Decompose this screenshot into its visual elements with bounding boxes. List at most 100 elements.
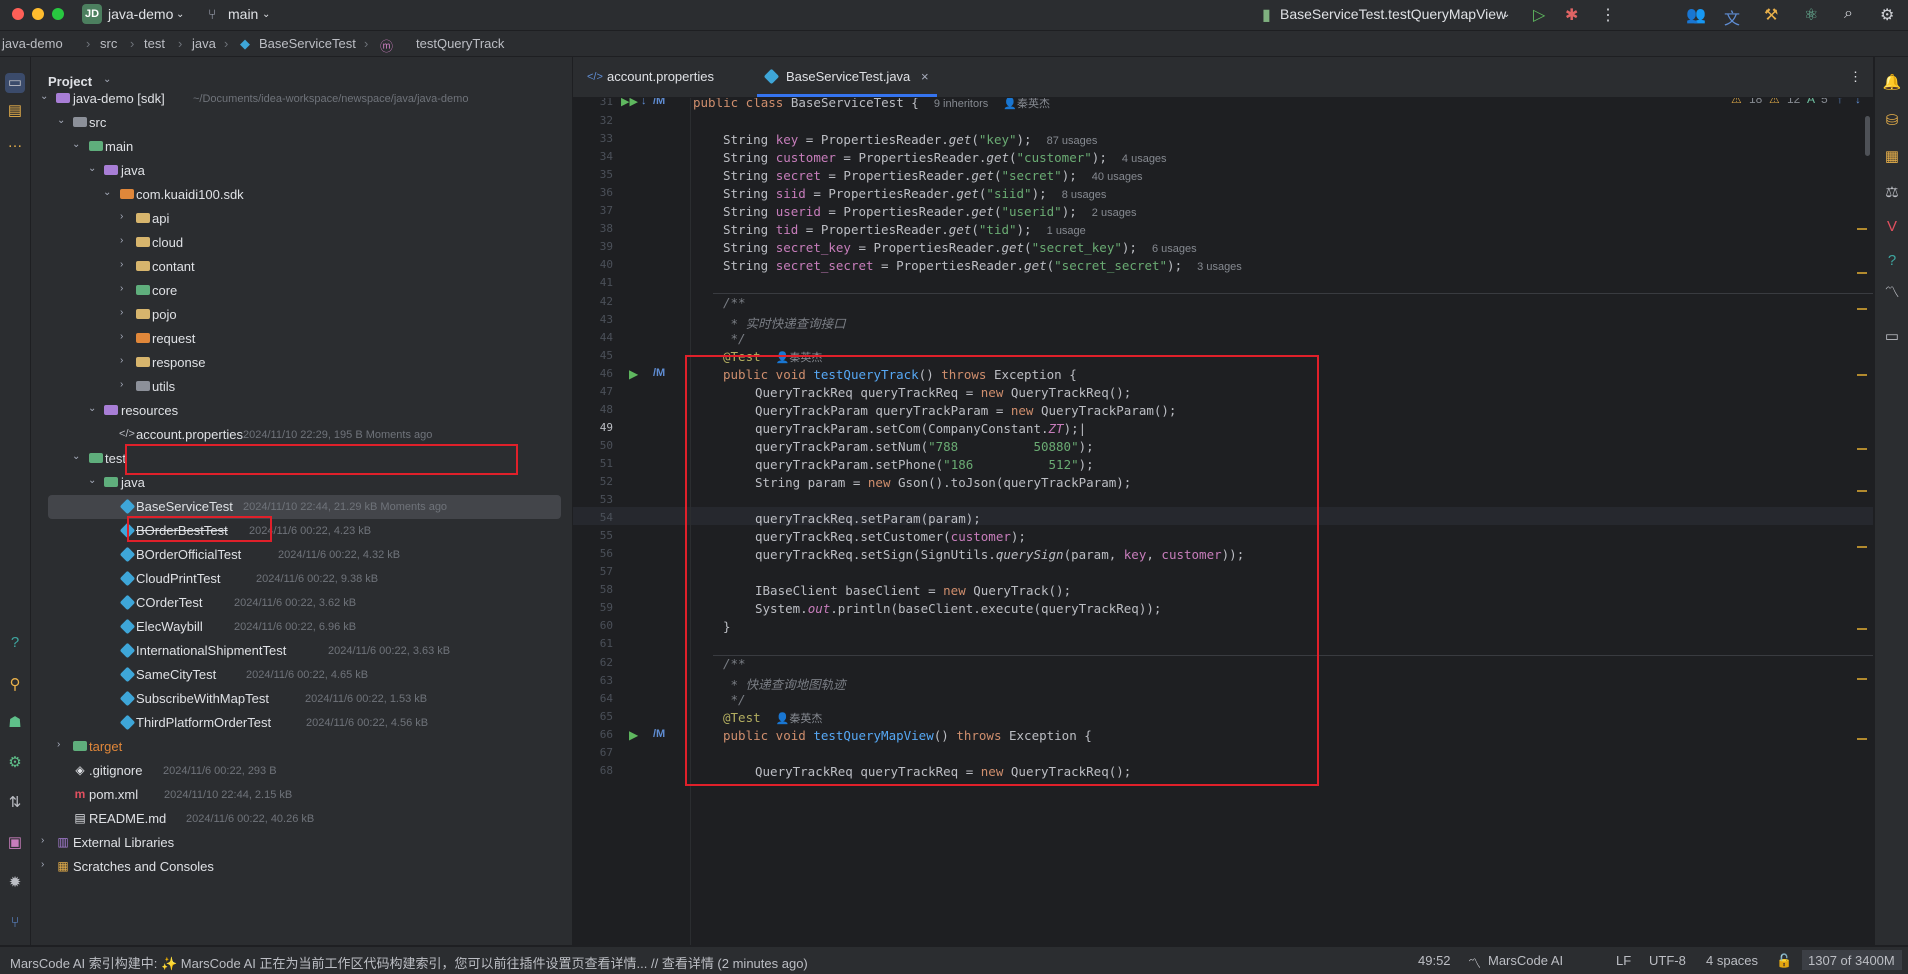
usages-hint[interactable]: 6 usages (1152, 243, 1197, 255)
status-message[interactable]: MarsCode AI 索引构建中: ✨ MarsCode AI 正在为当前工作… (10, 953, 808, 972)
error-stripe-mark[interactable] (1857, 308, 1867, 310)
notifications-icon[interactable]: 🔔 (1882, 73, 1902, 93)
chevron-down-icon[interactable]: ⌄ (57, 115, 69, 126)
usages-hint[interactable]: 40 usages (1092, 171, 1143, 183)
tree-row-cordertest[interactable]: COrderTest 2024/11/6 00:22, 3.62 kB (31, 591, 572, 615)
breadcrumb-item[interactable]: testQueryTrack (416, 36, 504, 51)
chevron-right-icon[interactable]: › (57, 739, 69, 750)
chevron-down-icon[interactable]: ⌄ (103, 187, 115, 198)
maven-icon[interactable]: ▦ (1882, 147, 1902, 167)
tree-row-scratches[interactable]: › ▦ Scratches and Consoles (31, 855, 572, 879)
next-highlight-icon[interactable]: ↓ (1855, 98, 1861, 106)
project-tool-icon[interactable]: ▭ (5, 73, 25, 93)
cursor-position[interactable]: 49:52 (1418, 953, 1451, 968)
tree-row-pom-xml[interactable]: m pom.xml 2024/11/10 22:44, 2.15 kB (31, 783, 572, 807)
usages-hint[interactable]: 1 usage (1047, 225, 1086, 237)
tree-row-cloud[interactable]: › cloud (31, 231, 572, 255)
error-stripe-mark[interactable] (1857, 628, 1867, 630)
chevron-right-icon[interactable]: › (41, 859, 53, 870)
more-actions-icon[interactable]: ⋮ (1600, 5, 1616, 25)
chevron-right-icon[interactable]: › (120, 235, 132, 246)
usages-hint[interactable]: 4 usages (1122, 153, 1167, 165)
tree-row-src[interactable]: ⌄ src (31, 111, 572, 135)
tree-row-test-java[interactable]: ⌄ java (31, 471, 572, 495)
marscode-gutter-icon[interactable]: /M (653, 728, 665, 740)
error-stripe-mark[interactable] (1857, 448, 1867, 450)
database-icon[interactable]: ⛁ (1882, 111, 1902, 131)
tree-row-test[interactable]: ⌄ test (31, 447, 572, 471)
zoom-window-button[interactable] (52, 8, 64, 20)
help-icon[interactable]: ? (5, 633, 25, 653)
warning-icon[interactable]: ⚠ (1731, 98, 1742, 106)
chevron-right-icon[interactable]: › (41, 835, 53, 846)
tree-row-request[interactable]: › request (31, 327, 572, 351)
tree-row-gitignore[interactable]: ◈ .gitignore 2024/11/6 00:22, 293 B (31, 759, 572, 783)
lock-icon[interactable]: 🔓 (1776, 953, 1792, 969)
tree-row-utils[interactable]: › utils (31, 375, 572, 399)
marscode-gutter-icon[interactable]: /M (653, 367, 665, 379)
chevron-right-icon[interactable]: › (120, 307, 132, 318)
breadcrumb-item[interactable]: BaseServiceTest (259, 36, 356, 51)
tab-options-icon[interactable]: ⋮ (1849, 69, 1862, 85)
breadcrumb-item[interactable]: test (144, 36, 165, 51)
chevron-right-icon[interactable]: › (120, 259, 132, 270)
minimize-window-button[interactable] (32, 8, 44, 20)
run-test-icon[interactable]: ▶ (629, 728, 638, 742)
search-icon[interactable]: ⌕ (1844, 5, 1853, 23)
tree-row-cloudprinttest[interactable]: CloudPrintTest 2024/11/6 00:22, 9.38 kB (31, 567, 572, 591)
breadcrumb-item[interactable]: src (100, 36, 117, 51)
inheritors-hint[interactable]: 9 inheritors (934, 98, 988, 110)
tree-row-pojo[interactable]: › pojo (31, 303, 572, 327)
tree-row-external-libraries[interactable]: › ▥ External Libraries (31, 831, 572, 855)
tree-row-samecitytest[interactable]: SameCityTest 2024/11/6 00:22, 4.65 kB (31, 663, 572, 687)
code-editor[interactable]: ⚠ 18 ⚠ 12 A 5 ↑ ↓ 31 32 33 34 35 36 37 3… (573, 98, 1873, 945)
marscode-status[interactable]: MarsCode AI (1488, 953, 1563, 968)
indent-setting[interactable]: 4 spaces (1706, 953, 1758, 968)
run-icon[interactable]: ▷ (1533, 5, 1545, 25)
chevron-down-icon[interactable]: ⌄ (88, 475, 100, 486)
chevron-right-icon[interactable]: › (120, 355, 132, 366)
problems-icon[interactable]: ✹ (5, 873, 25, 893)
breadcrumb-item[interactable]: java (192, 36, 216, 51)
chevron-right-icon[interactable]: › (120, 211, 132, 222)
chevron-right-icon[interactable]: › (120, 379, 132, 390)
tree-row-thirdplatformordertest[interactable]: ThirdPlatformOrderTest 2024/11/6 00:22, … (31, 711, 572, 735)
tree-row-core[interactable]: › core (31, 279, 572, 303)
chevron-down-icon[interactable]: ⌄ (88, 403, 100, 414)
inheritors-icon[interactable]: ↓ (641, 98, 647, 107)
tree-row-subscribewithmaptest[interactable]: SubscribeWithMapTest 2024/11/6 00:22, 1.… (31, 687, 572, 711)
more-tools-icon[interactable]: … (5, 133, 25, 153)
chevron-right-icon[interactable]: › (120, 331, 132, 342)
error-stripe-mark[interactable] (1857, 738, 1867, 740)
tab-baseservicetest[interactable]: BaseServiceTest.java (786, 69, 910, 84)
terminal-icon[interactable]: ▣ (5, 833, 25, 853)
error-stripe-mark[interactable] (1857, 272, 1867, 274)
usages-hint[interactable]: 2 usages (1092, 207, 1137, 219)
chevron-right-icon[interactable]: › (120, 283, 132, 294)
git-branch-icon[interactable]: ⇅ (5, 793, 25, 813)
settings-icon[interactable]: ⚙ (1880, 5, 1894, 25)
debug-icon[interactable]: ✱ (1565, 5, 1578, 25)
chevron-down-icon[interactable]: ⌄ (88, 163, 100, 174)
error-stripe-mark[interactable] (1857, 374, 1867, 376)
bookmarks-icon[interactable]: ▭ (1882, 327, 1902, 347)
endpoints-icon[interactable]: ⚖ (1882, 183, 1902, 203)
tree-row-readme[interactable]: ▤ README.md 2024/11/6 00:22, 40.26 kB (31, 807, 572, 831)
branch-switcher[interactable]: main (228, 6, 258, 22)
file-encoding[interactable]: UTF-8 (1649, 953, 1686, 968)
usages-hint[interactable]: 8 usages (1062, 189, 1107, 201)
version-control-icon[interactable]: ⑂ (5, 913, 25, 933)
close-window-button[interactable] (12, 8, 24, 20)
previous-highlight-icon[interactable]: ↑ (1837, 98, 1843, 106)
marscode-gutter-icon[interactable]: /M (653, 98, 665, 107)
error-stripe-mark[interactable] (1857, 678, 1867, 680)
tree-row-response[interactable]: › response (31, 351, 572, 375)
help-icon[interactable]: ? (1882, 251, 1902, 271)
tree-row-contant[interactable]: › contant (31, 255, 572, 279)
commit-icon[interactable]: ⚲ (5, 675, 25, 695)
ai-assistant-icon[interactable]: ⚛ (1804, 5, 1818, 25)
tree-row-account-properties[interactable]: </> account.properties 2024/11/10 22:29,… (31, 423, 572, 447)
error-stripe-mark[interactable] (1857, 490, 1867, 492)
tree-row-borderofficialtest[interactable]: BOrderOfficialTest 2024/11/6 00:22, 4.32… (31, 543, 572, 567)
translate-icon[interactable]: 文 (1724, 5, 1740, 29)
